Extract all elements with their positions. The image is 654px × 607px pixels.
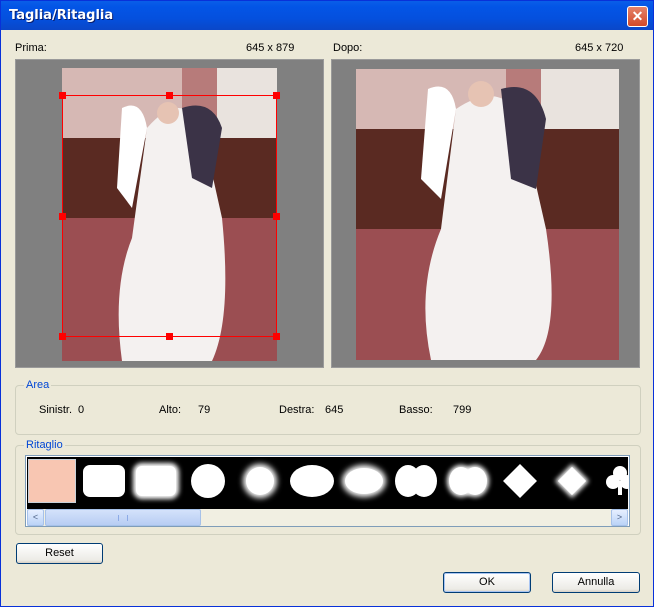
before-size: 645 x 879 <box>246 42 295 54</box>
shape-circle-thumb[interactable] <box>184 459 232 503</box>
club-icon <box>606 466 628 495</box>
shape-soft-rectangle-thumb[interactable] <box>132 459 180 503</box>
title-bar[interactable]: Taglia/Ritaglia ✕ <box>1 1 653 30</box>
horizontal-scrollbar[interactable]: < > <box>27 509 628 526</box>
soft-rectangle-icon <box>136 466 176 496</box>
area-group: Area Sinistr. 0 Alto: 79 Destra: 645 Bas… <box>15 379 641 435</box>
top-label: Alto: <box>159 404 182 416</box>
crop-frame[interactable] <box>59 92 280 340</box>
crop-shape-thumbnails <box>27 457 628 509</box>
scroll-left-button[interactable]: < <box>27 509 44 526</box>
shape-none-thumb[interactable] <box>28 459 76 503</box>
top-value: 79 <box>198 404 211 416</box>
soft-circle-icon <box>246 467 274 495</box>
after-photo <box>356 69 619 360</box>
shape-soft-double-circle-thumb[interactable] <box>444 459 492 503</box>
crop-dialog: Taglia/Ritaglia ✕ Prima: 645 x 879 Dopo:… <box>0 0 654 607</box>
cancel-button[interactable]: Annulla <box>552 572 640 593</box>
before-label: Prima: <box>15 42 47 54</box>
crop-shape-list[interactable]: < > <box>25 455 630 527</box>
soft-double-circle-icon <box>449 467 487 495</box>
right-value: 645 <box>325 404 344 416</box>
crop-shape-legend: Ritaglio <box>24 439 65 451</box>
area-legend: Area <box>24 379 52 391</box>
right-label: Destra: <box>279 404 315 416</box>
crop-handle-top-right[interactable] <box>273 92 280 99</box>
arrow-left-icon: < <box>32 512 39 522</box>
crop-handle-bottom-left[interactable] <box>59 333 66 340</box>
double-circle-icon <box>395 465 437 497</box>
crop-handle-top[interactable] <box>166 92 173 99</box>
crop-handle-bottom-right[interactable] <box>273 333 280 340</box>
bottom-label: Basso: <box>399 404 433 416</box>
shape-ellipse-thumb[interactable] <box>288 459 336 503</box>
crop-handle-left[interactable] <box>59 213 66 220</box>
ok-button[interactable]: OK <box>443 572 531 593</box>
scroll-right-button[interactable]: > <box>611 509 628 526</box>
before-preview[interactable] <box>15 59 324 368</box>
left-value: 0 <box>78 404 85 416</box>
reset-button[interactable]: Reset <box>16 543 103 564</box>
crop-handle-right[interactable] <box>273 213 280 220</box>
rounded-rectangle-icon <box>83 465 125 497</box>
shape-rounded-rectangle-thumb[interactable] <box>80 459 128 503</box>
shape-soft-circle-thumb[interactable] <box>236 459 284 503</box>
ellipse-icon <box>290 465 334 497</box>
shape-diamond-thumb[interactable] <box>496 459 544 503</box>
soft-ellipse-icon <box>345 468 383 494</box>
left-label: Sinistr. <box>39 404 73 416</box>
close-button[interactable]: ✕ <box>627 6 648 27</box>
after-label: Dopo: <box>333 42 363 54</box>
after-size: 645 x 720 <box>575 42 624 54</box>
shape-club-thumb[interactable] <box>600 459 628 503</box>
crop-handle-top-left[interactable] <box>59 92 66 99</box>
shape-double-circle-thumb[interactable] <box>392 459 440 503</box>
bottom-value: 799 <box>453 404 472 416</box>
scroll-thumb[interactable] <box>45 509 201 526</box>
circle-icon <box>191 464 225 498</box>
shape-soft-diamond-thumb[interactable] <box>548 459 596 503</box>
crop-handle-bottom[interactable] <box>166 333 173 340</box>
diamond-icon <box>503 464 537 498</box>
arrow-right-icon: > <box>616 512 623 522</box>
grip-icon <box>118 515 128 521</box>
after-preview <box>331 59 640 368</box>
soft-diamond-icon <box>557 466 587 496</box>
window-title: Taglia/Ritaglia <box>9 8 114 23</box>
close-icon: ✕ <box>631 8 644 24</box>
shape-soft-ellipse-thumb[interactable] <box>340 459 388 503</box>
